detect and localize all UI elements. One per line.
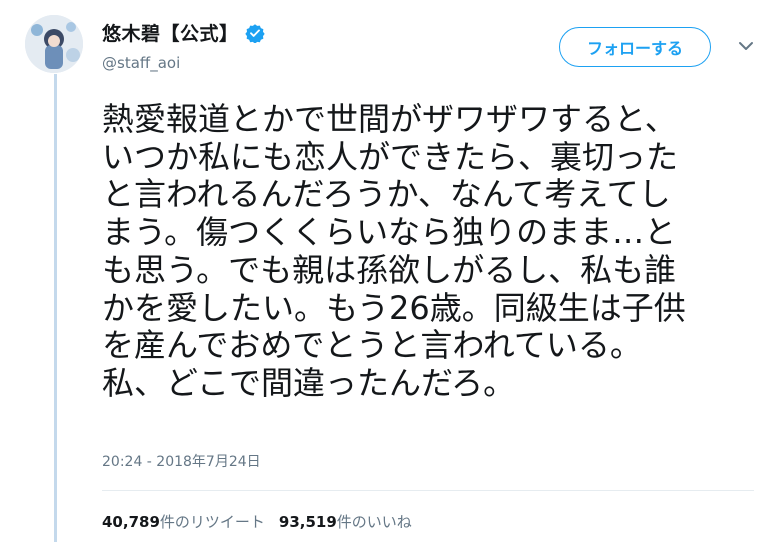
divider <box>102 490 754 491</box>
likes-stat[interactable]: 93,519件のいいね <box>279 513 412 531</box>
user-handle[interactable]: @staff_aoi <box>102 54 180 72</box>
likes-count: 93,519 <box>278 513 337 531</box>
tweet-timestamp[interactable]: 20:24 - 2018年7月24日 <box>102 451 261 471</box>
likes-label: 件のいいね <box>336 513 412 531</box>
chevron-down-icon[interactable] <box>737 37 755 55</box>
retweets-label: 件のリツイート <box>159 513 265 531</box>
thread-line <box>54 74 57 542</box>
retweets-stat[interactable]: 40,789件のリツイート <box>102 513 265 531</box>
display-name[interactable]: 悠木碧【公式】 <box>102 19 239 46</box>
follow-button[interactable]: フォローする <box>559 27 711 67</box>
tweet-text: 熱愛報道とかで世間がザワザワすると、 いつか私にも恋人ができたら、裏切った と言… <box>102 100 686 402</box>
avatar[interactable] <box>25 15 83 73</box>
verified-badge-icon <box>244 23 265 43</box>
author-name-row[interactable]: 悠木碧【公式】 <box>102 19 265 46</box>
tweet-stats: 40,789件のリツイート 93,519件のいいね <box>102 511 412 532</box>
avatar-image <box>25 15 83 73</box>
retweets-count: 40,789 <box>102 513 160 531</box>
